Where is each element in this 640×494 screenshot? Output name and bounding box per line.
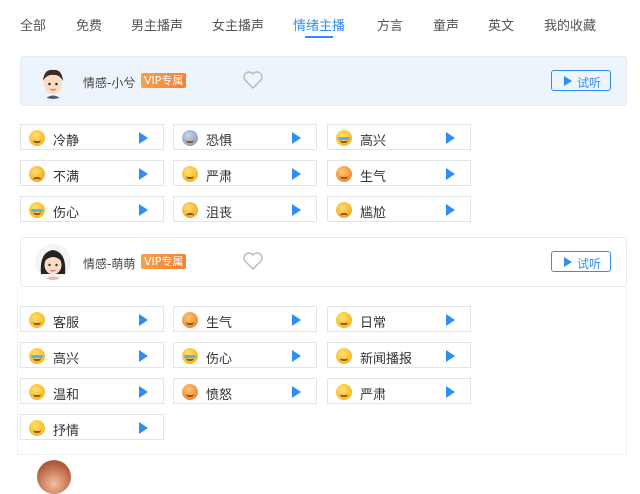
anchor-card-header: 情感-萌萌 VIP专属 试听 [20, 237, 627, 287]
try-listen-label: 试听 [577, 76, 602, 90]
emotion-chip-serious[interactable]: 严肃 [173, 160, 317, 186]
avatar [35, 244, 71, 280]
emotion-label: 高兴 [360, 134, 387, 149]
tab-child-voice[interactable]: 童声 [433, 15, 459, 34]
frustrated-emoji-icon [182, 202, 198, 218]
active-tab-indicator [305, 36, 333, 38]
play-icon[interactable] [139, 132, 148, 144]
favorite-heart-icon[interactable] [242, 70, 264, 90]
try-listen-button[interactable]: 试听 [551, 70, 611, 91]
tab-female-voice[interactable]: 女主播声 [212, 15, 264, 34]
emotion-chip-displeased[interactable]: 不满 [20, 160, 164, 186]
anchor-card-header: 情感-小兮 VIP专属 试听 [20, 56, 627, 106]
vip-badge: VIP专属 [141, 73, 187, 88]
play-icon[interactable] [446, 204, 455, 216]
tab-all[interactable]: 全部 [20, 15, 46, 34]
emotion-label: 生气 [360, 170, 387, 185]
calm-emoji-icon [29, 130, 45, 146]
emotion-label: 恐惧 [206, 134, 233, 149]
emotion-label: 伤心 [53, 206, 80, 221]
tab-my-favorites[interactable]: 我的收藏 [544, 15, 596, 34]
cry-emoji-icon [29, 202, 45, 218]
favorite-heart-icon[interactable] [242, 251, 264, 271]
category-tabs: 全部 免费 男主播声 女主播声 情绪主播 方言 童声 英文 我的收藏 [0, 0, 640, 44]
serious-emoji-icon [182, 166, 198, 182]
anchor-name: 情感-小兮 [83, 76, 136, 90]
embarrassed-emoji-icon [336, 202, 352, 218]
play-icon[interactable] [139, 204, 148, 216]
play-icon[interactable] [292, 204, 301, 216]
emotion-chip-sad[interactable]: 伤心 [20, 196, 164, 222]
play-icon [564, 257, 572, 267]
emotion-chip-calm[interactable]: 冷静 [20, 124, 164, 150]
avatar [37, 460, 71, 494]
play-icon [564, 76, 572, 86]
vip-badge: VIP专属 [141, 254, 187, 269]
emotion-label: 严肃 [206, 170, 233, 185]
avatar [35, 63, 71, 99]
tab-dialect[interactable]: 方言 [377, 15, 403, 34]
tab-male-voice[interactable]: 男主播声 [131, 15, 183, 34]
play-icon[interactable] [292, 132, 301, 144]
fear-emoji-icon [182, 130, 198, 146]
laugh-emoji-icon [336, 130, 352, 146]
displeased-emoji-icon [29, 166, 45, 182]
tab-emotion-anchor[interactable]: 情绪主播 [293, 15, 345, 34]
angry-emoji-icon [336, 166, 352, 182]
emotion-label: 尴尬 [360, 206, 387, 221]
play-icon[interactable] [139, 168, 148, 180]
tab-english[interactable]: 英文 [488, 15, 514, 34]
play-icon[interactable] [292, 168, 301, 180]
anchor-name: 情感-萌萌 [83, 257, 136, 271]
emotion-chip-fear[interactable]: 恐惧 [173, 124, 317, 150]
emotion-chip-embarrassed[interactable]: 尴尬 [327, 196, 471, 222]
emotion-chip-happy[interactable]: 高兴 [327, 124, 471, 150]
try-listen-label: 试听 [577, 257, 602, 271]
emotion-label: 不满 [53, 170, 80, 185]
emotion-label: 冷静 [53, 134, 80, 149]
play-icon[interactable] [446, 168, 455, 180]
play-icon[interactable] [446, 132, 455, 144]
tab-free[interactable]: 免费 [76, 15, 102, 34]
emotion-chip-frustrated[interactable]: 沮丧 [173, 196, 317, 222]
emotion-label: 沮丧 [206, 206, 233, 221]
anchor-card-body [17, 287, 627, 455]
emotion-chip-angry[interactable]: 生气 [327, 160, 471, 186]
try-listen-button[interactable]: 试听 [551, 251, 611, 272]
